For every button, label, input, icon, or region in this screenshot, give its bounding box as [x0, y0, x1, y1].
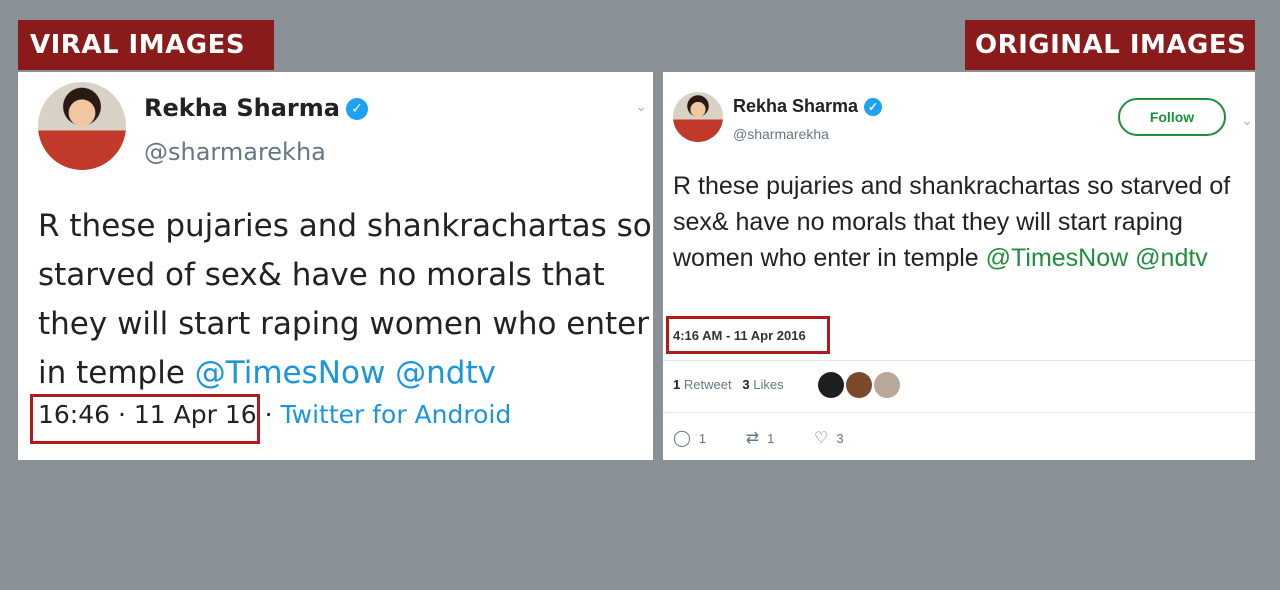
viral-tweet-card: Rekha Sharma ✓ @sharmarekha ⌄ R these puj…: [18, 72, 653, 460]
retweet-label[interactable]: Retweet: [684, 377, 732, 392]
chevron-down-icon[interactable]: ⌄: [1241, 112, 1253, 129]
display-name[interactable]: Rekha Sharma ✓: [144, 94, 368, 122]
follow-button[interactable]: Follow: [1118, 98, 1226, 136]
tweet-text: R these pujaries and shankrachartas so s…: [38, 202, 653, 398]
like-button[interactable]: ♡ 3: [814, 428, 844, 448]
highlight-box: [30, 394, 260, 444]
engagement-stats: 1 Retweet 3 Likes: [673, 377, 784, 392]
viral-images-banner: VIRAL IMAGES: [18, 20, 274, 70]
like-action-count: 3: [836, 431, 844, 446]
display-name[interactable]: Rekha Sharma ✓: [733, 96, 883, 117]
verified-badge-icon: ✓: [864, 98, 883, 117]
tweet-text: R these pujaries and shankrachartas so s…: [673, 168, 1253, 276]
like-label[interactable]: Likes: [753, 377, 783, 392]
display-name-text: Rekha Sharma: [144, 94, 340, 122]
retweet-button[interactable]: ⇄ 1: [746, 428, 775, 448]
like-count: 3: [742, 377, 750, 392]
highlight-box: [666, 316, 830, 354]
liker-avatar[interactable]: [846, 372, 872, 398]
divider: [663, 360, 1255, 361]
retweet-count: 1: [673, 377, 681, 392]
mention-link[interactable]: @TimesNow: [986, 244, 1129, 272]
tweet-actions: ◯ 1 ⇄ 1 ♡ 3: [673, 428, 880, 448]
chevron-down-icon[interactable]: ⌄: [635, 98, 647, 115]
heart-icon: ♡: [814, 430, 829, 447]
avatar[interactable]: [673, 92, 723, 142]
liker-avatar[interactable]: [818, 372, 844, 398]
mention-link[interactable]: @ndtv: [395, 355, 496, 391]
tweet-source[interactable]: Twitter for Android: [273, 400, 511, 429]
reply-button[interactable]: ◯ 1: [673, 428, 706, 448]
verified-badge-icon: ✓: [345, 98, 368, 120]
original-tweet-card: Rekha Sharma ✓ @sharmarekha Follow ⌄ R th…: [663, 72, 1255, 460]
retweet-icon: ⇄: [745, 430, 760, 447]
liker-avatar[interactable]: [874, 372, 900, 398]
avatar[interactable]: [38, 82, 126, 170]
reply-icon: ◯: [673, 430, 691, 447]
user-handle[interactable]: @sharmarekha: [144, 138, 326, 166]
reply-count: 1: [698, 431, 707, 446]
display-name-text: Rekha Sharma: [733, 96, 859, 116]
user-handle[interactable]: @sharmarekha: [733, 126, 829, 142]
original-images-banner: ORIGINAL IMAGES: [965, 20, 1255, 70]
mention-link[interactable]: @ndtv: [1135, 244, 1208, 272]
retweet-action-count: 1: [767, 431, 775, 446]
likers-avatars: [818, 372, 902, 403]
divider: [663, 412, 1255, 413]
mention-link[interactable]: @TimesNow: [195, 355, 386, 391]
